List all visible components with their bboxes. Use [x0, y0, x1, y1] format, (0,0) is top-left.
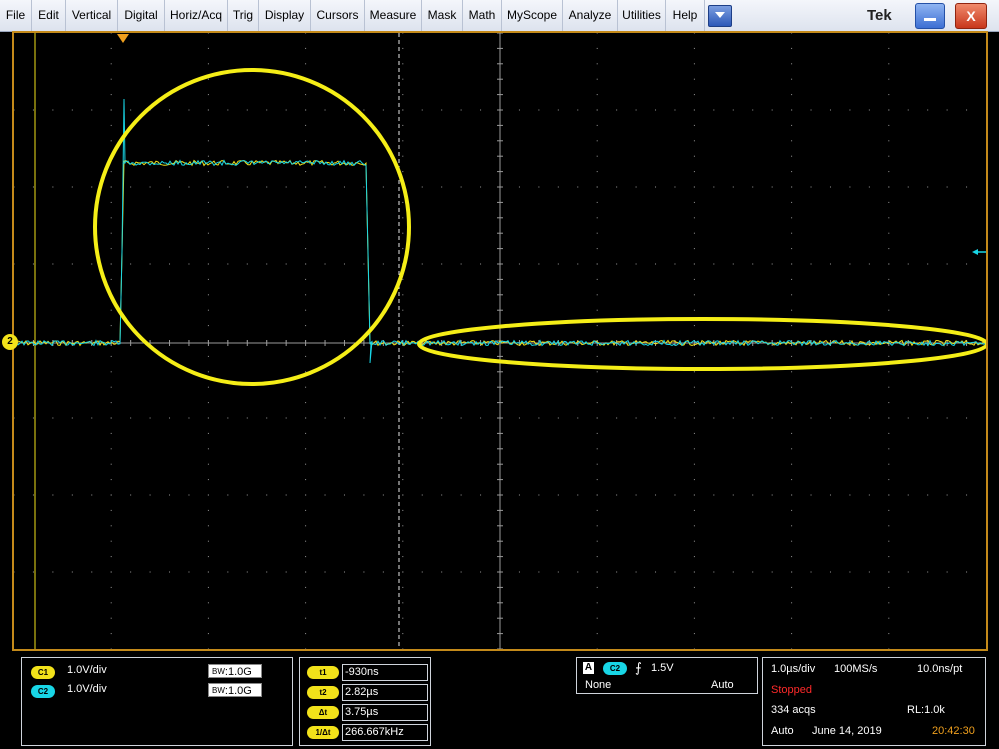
ch2-scale: 1.0V/div [67, 683, 107, 695]
acquisition-date: June 14, 2019 [812, 725, 882, 737]
waveform-graticule[interactable] [12, 31, 988, 651]
ch2-bw-sub: W [217, 686, 225, 695]
acquisition-time: 20:42:30 [932, 725, 975, 737]
trigger-level: 1.5V [651, 662, 674, 674]
trigger-level-arrow-icon[interactable] [972, 249, 986, 255]
menu-utilities[interactable]: Utilities [618, 0, 666, 31]
cursor-readout-panel[interactable]: t1 -930ns t2 2.82µs Δt 3.75µs 1/Δt 266.6… [299, 657, 431, 746]
highlight-circle [93, 68, 411, 386]
ch2-bw-value: :1.0G [224, 685, 252, 697]
menu-analyze[interactable]: Analyze [563, 0, 618, 31]
cursor-delta-value: 3.75µs [342, 704, 428, 721]
sample-rate: 100MS/s [834, 663, 878, 675]
minimize-icon [924, 18, 936, 21]
ch1-scale: 1.0V/div [67, 664, 107, 676]
trigger-mode: Auto [711, 679, 734, 691]
cursor-t2-value: 2.82µs [342, 684, 428, 701]
record-length: RL:1.0k [907, 704, 945, 716]
ch2-position-handle[interactable]: 2 [2, 334, 18, 350]
time-per-div: 1.0µs/div [771, 663, 816, 675]
ch2-bandwidth: BW:1.0G [208, 683, 262, 697]
acquisition-status: Stopped [771, 684, 812, 696]
waveform-plot [14, 33, 986, 649]
cursor-t2-chip: t2 [307, 686, 339, 699]
menu-horiz-acq[interactable]: Horiz/Acq [165, 0, 228, 31]
trigger-position-icon[interactable] [117, 34, 129, 43]
ch1-bandwidth: BW:1.0G [208, 664, 262, 678]
menu-mask[interactable]: Mask [422, 0, 463, 31]
ns-per-point: 10.0ns/pt [917, 663, 963, 675]
menu-myscope[interactable]: MyScope [502, 0, 563, 31]
ch1-bw-sub: W [217, 667, 225, 676]
menu-measure[interactable]: Measure [365, 0, 422, 31]
menu-file[interactable]: File [0, 0, 32, 31]
acquisition-mode: Auto [771, 725, 794, 737]
menu-help[interactable]: Help [666, 0, 705, 31]
ch2-chip[interactable]: C2 [31, 685, 55, 698]
acquisition-panel[interactable]: 1.0µs/div 100MS/s 10.0ns/pt Stopped 334 … [762, 657, 986, 746]
tek-logo: Tek [867, 7, 892, 24]
cursor-t1-chip: t1 [307, 666, 339, 679]
ch1-bw-value: :1.0G [224, 666, 252, 678]
minimize-button[interactable] [915, 3, 945, 29]
menu-vertical[interactable]: Vertical [66, 0, 118, 31]
menu-cursors[interactable]: Cursors [311, 0, 365, 31]
menu-trig[interactable]: Trig [228, 0, 259, 31]
menu-dropdown-button[interactable] [708, 5, 732, 27]
close-button[interactable]: X [955, 3, 987, 29]
cursor-inverse-value: 266.667kHz [342, 724, 428, 741]
chevron-down-icon [715, 12, 725, 18]
cursor-delta-chip: Δt [307, 706, 339, 719]
acquisition-count: 334 acqs [771, 704, 816, 716]
cursor-t1-value: -930ns [342, 664, 428, 681]
menu-bar: File Edit Vertical Digital Horiz/Acq Tri… [0, 0, 999, 32]
menu-math[interactable]: Math [463, 0, 502, 31]
trigger-a-label: A [583, 662, 594, 674]
rising-edge-icon: ⨍ [635, 660, 642, 675]
menu-edit[interactable]: Edit [32, 0, 66, 31]
ch1-chip[interactable]: C1 [31, 666, 55, 679]
menu-digital[interactable]: Digital [118, 0, 165, 31]
cursor-inverse-chip: 1/Δt [307, 726, 339, 739]
trigger-coupling: None [585, 679, 612, 691]
trigger-source-chip: C2 [603, 662, 627, 675]
menu-display[interactable]: Display [259, 0, 311, 31]
vertical-panel[interactable]: C1 1.0V/div BW:1.0G C2 1.0V/div BW:1.0G [21, 657, 293, 746]
trigger-panel[interactable]: A C2 ⨍ 1.5V None Auto [576, 657, 758, 694]
